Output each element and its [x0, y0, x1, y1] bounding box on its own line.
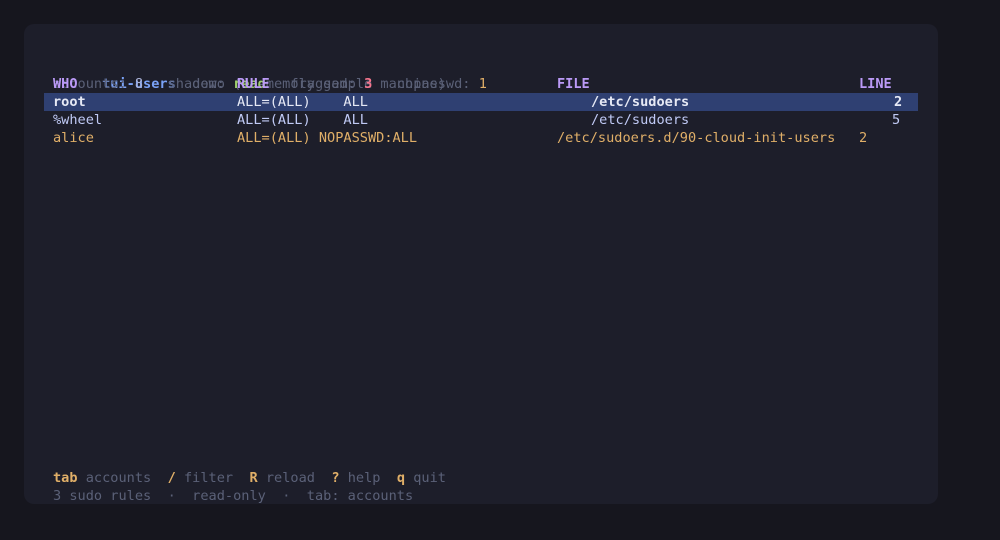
- column-header-line: LINE: [859, 76, 892, 92]
- status-mode: read-only: [192, 488, 266, 504]
- table-header: WHO RULE FILE LINE: [24, 75, 938, 93]
- table-row[interactable]: root ALL=(ALL) ALL /etc/sudoers 2: [44, 93, 918, 111]
- row-line: 2: [859, 130, 868, 146]
- row-file: /etc/sudoers: [591, 94, 690, 110]
- key-r: R: [249, 470, 258, 486]
- column-header-who: WHO: [53, 76, 78, 92]
- table-row[interactable]: alice ALL=(ALL) NOPASSWD:ALL /etc/sudoer…: [24, 129, 938, 147]
- stats-bar: accounts: 8 shadow: read flagged: 3 nopa…: [24, 57, 487, 92]
- row-rule: ALL=(ALL) ALL: [237, 94, 368, 110]
- keybar: tab accounts / filter R reload ? help q …: [24, 451, 446, 486]
- row-file: /etc/sudoers: [591, 112, 690, 128]
- title-bar: tui-users demo (in-memory sample machine…: [24, 39, 446, 92]
- column-header-rule: RULE: [237, 76, 270, 92]
- row-rule: ALL=(ALL) ALL: [237, 112, 368, 128]
- status-separator: ·: [167, 488, 176, 504]
- keybind-filter[interactable]: / filter: [168, 470, 233, 486]
- row-who: alice: [53, 130, 94, 146]
- row-file: /etc/sudoers.d/90-cloud-init-users: [557, 130, 836, 146]
- row-who: root: [53, 94, 86, 110]
- key-question: ?: [331, 470, 340, 486]
- key-q: q: [396, 470, 406, 486]
- column-header-file: FILE: [557, 76, 590, 92]
- status-rules-count: 3 sudo rules: [53, 488, 152, 504]
- row-rule: ALL=(ALL) NOPASSWD:ALL: [237, 130, 418, 146]
- row-who: %wheel: [53, 112, 103, 128]
- keybind-reload[interactable]: R reload: [249, 470, 314, 486]
- table-row[interactable]: %wheel ALL=(ALL) ALL /etc/sudoers 5: [24, 111, 938, 129]
- status-tab-info: tab: accounts: [306, 488, 414, 504]
- keybind-help[interactable]: ? help: [331, 470, 380, 486]
- key-slash: /: [167, 470, 176, 486]
- keybind-accounts[interactable]: tab accounts: [53, 470, 151, 486]
- status-bar: 3 sudo rules · read-only · tab: accounts: [24, 469, 413, 504]
- keybind-quit[interactable]: q quit: [397, 470, 446, 486]
- row-line: 2: [894, 94, 903, 110]
- row-line: 5: [892, 112, 901, 128]
- terminal-window: tui-users demo (in-memory sample machine…: [24, 24, 938, 504]
- status-separator: ·: [282, 488, 291, 504]
